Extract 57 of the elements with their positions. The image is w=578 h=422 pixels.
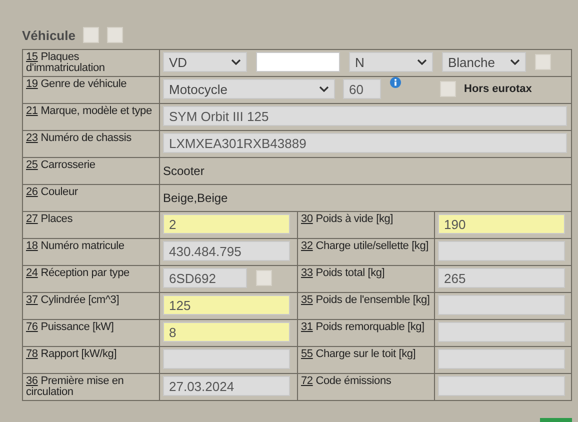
- field-label: 18 Numéro matricule: [26, 240, 124, 252]
- caret-icon: [319, 86, 329, 92]
- input-field[interactable]: 190: [438, 214, 565, 234]
- input-field[interactable]: SYM Orbit III 125: [163, 106, 567, 126]
- input-field[interactable]: 60: [343, 79, 381, 99]
- field-label: 31 Poids remorquable [kg]: [301, 321, 424, 333]
- dropdown[interactable]: N: [349, 52, 433, 72]
- input-field[interactable]: 8: [163, 322, 290, 342]
- checkbox[interactable]: [83, 27, 100, 43]
- caret-icon: [417, 59, 427, 65]
- checkbox[interactable]: [107, 27, 124, 43]
- field-label: 26 Couleur: [26, 186, 78, 198]
- input-field[interactable]: LXMXEA301RXB43889: [163, 133, 567, 153]
- section-title: Véhicule: [22, 28, 76, 42]
- input-field[interactable]: 6SD692: [163, 268, 247, 288]
- dropdown[interactable]: VD: [163, 52, 247, 72]
- input-field[interactable]: 430.484.795: [163, 241, 290, 261]
- input-field[interactable]: 2: [163, 214, 290, 234]
- input-field[interactable]: 265: [438, 268, 565, 288]
- field-label: 32 Charge utile/sellette [kg]: [301, 240, 429, 252]
- field-label: 37 Cylindrée [cm^3]: [26, 294, 120, 306]
- field-value: Scooter: [163, 164, 204, 178]
- field-label: 55 Charge sur le toit [kg]: [301, 348, 416, 360]
- field-label: 36 Première mise en circulation: [26, 375, 124, 398]
- button[interactable]: [540, 418, 572, 422]
- caret-icon: [510, 59, 520, 65]
- input-field[interactable]: [438, 349, 565, 369]
- field-value: Beige,Beige: [163, 191, 228, 205]
- caret-icon: [231, 59, 241, 65]
- input-field[interactable]: 27.03.2024: [163, 376, 290, 396]
- input-field[interactable]: [438, 241, 565, 261]
- input-field[interactable]: [438, 295, 565, 315]
- field-label: 33 Poids total [kg]: [301, 267, 385, 279]
- field-label: 25 Carrosserie: [26, 159, 96, 171]
- checkbox[interactable]: [256, 270, 272, 286]
- field-label: 78 Rapport [kW/kg]: [26, 348, 117, 360]
- input-field[interactable]: [438, 322, 565, 342]
- dropdown[interactable]: Motocycle: [163, 79, 335, 99]
- field-label: 72 Code émissions: [301, 375, 392, 387]
- field-label: 76 Puissance [kW]: [26, 321, 114, 333]
- checkbox[interactable]: [535, 54, 551, 70]
- field-label: 24 Réception par type: [26, 267, 130, 279]
- dropdown[interactable]: Blanche: [442, 52, 526, 72]
- field-label: 27 Places: [26, 213, 73, 225]
- field-label: 35 Poids de l'ensemble [kg]: [301, 294, 430, 306]
- field-label: 23 Numéro de chassis: [26, 132, 132, 144]
- checkbox-label: Hors eurotax: [464, 83, 532, 95]
- input-field[interactable]: [163, 349, 290, 369]
- field-label: 30 Poids à vide [kg]: [301, 213, 394, 225]
- info-icon[interactable]: [390, 77, 401, 88]
- field-label: 21 Marque, modèle et type: [26, 105, 152, 117]
- field-label: 15 Plaques d'immatriculation: [26, 51, 105, 74]
- input-field[interactable]: [256, 52, 340, 72]
- checkbox[interactable]: [440, 81, 456, 97]
- input-field[interactable]: [438, 376, 565, 396]
- field-label: 19 Genre de véhicule: [26, 78, 127, 90]
- input-field[interactable]: 125: [163, 295, 290, 315]
